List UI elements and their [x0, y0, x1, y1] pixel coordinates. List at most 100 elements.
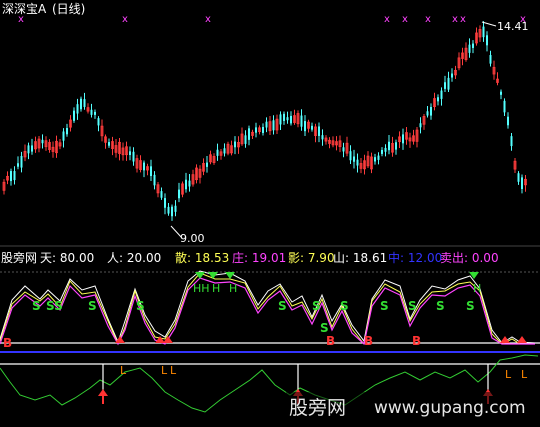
x-marker: x: [425, 14, 431, 25]
oscillator-panel[interactable]: S SS S S S S S S S S S S HH H H H B B B …: [0, 270, 540, 353]
candle-body: [290, 115, 292, 124]
candle-body: [223, 148, 226, 154]
candle-body: [353, 156, 355, 162]
candle-body: [174, 205, 177, 212]
x-marker: x: [205, 14, 211, 25]
signal-s: S: [436, 299, 445, 313]
x-marker: x: [402, 14, 408, 25]
signal-s: S: [320, 321, 329, 335]
candle-body: [451, 73, 453, 78]
x-marker: x: [452, 14, 458, 25]
candle-body: [500, 91, 502, 95]
candle-body: [472, 43, 474, 48]
candle-body: [178, 189, 180, 199]
candle-body: [402, 134, 404, 144]
candle-body: [430, 106, 432, 116]
x-marker: x: [122, 14, 128, 25]
value-tian: 天: 80.00: [40, 251, 94, 265]
value-shan: 山: 18.61: [333, 251, 387, 265]
candle-body: [10, 171, 12, 182]
indicator-name: 股旁网: [1, 250, 37, 265]
candle-body: [143, 162, 145, 171]
signal-s: S: [408, 299, 417, 313]
green-down-arrow: [195, 272, 205, 279]
candle-body: [304, 121, 306, 132]
candle-body: [153, 174, 156, 186]
candle-body: [27, 145, 30, 154]
stock-chart-canvas[interactable]: xxxxxxxxx 14.41 9.00 深深宝A (日线) 股旁网 天: 80…: [0, 0, 540, 427]
signal-ss: SS: [46, 299, 63, 313]
candle-body: [20, 155, 23, 168]
candle-body: [489, 55, 492, 64]
watermark-url: www.gupang.com: [374, 398, 526, 418]
candle-body: [381, 149, 383, 154]
watermark: 股旁网 www.gupang.com: [286, 392, 526, 422]
x-marker: x: [384, 14, 390, 25]
candle-body: [76, 104, 79, 114]
price-panel[interactable]: xxxxxxxxx 14.41 9.00: [0, 14, 540, 247]
candle-body: [374, 157, 376, 162]
x-marker: x: [460, 14, 466, 25]
signal-b: B: [412, 334, 421, 348]
watermark-cn: 股旁网: [289, 397, 346, 419]
candle-body: [262, 127, 264, 133]
high-price-label: 14.41: [497, 20, 529, 33]
candle-body: [272, 120, 275, 131]
signal-s: S: [278, 299, 287, 313]
signal-l: L: [170, 364, 177, 377]
candle-body: [419, 123, 422, 128]
signal-l: L: [505, 368, 512, 381]
signal-s: S: [136, 299, 145, 313]
low-price-label: 9.00: [180, 232, 205, 245]
x-markers: xxxxxxxxx: [18, 14, 526, 25]
candle-body: [510, 136, 513, 147]
candle-body: [300, 115, 303, 127]
candle-body: [150, 166, 152, 176]
candle-body: [234, 141, 236, 148]
candle-body: [440, 90, 443, 99]
candle-body: [73, 110, 75, 121]
candle-body: [17, 163, 19, 167]
candle-body: [97, 118, 100, 126]
candle-body: [41, 139, 44, 144]
signal-s: S: [340, 299, 349, 313]
signal-h: H: [229, 282, 237, 295]
chart-period: (日线): [52, 2, 85, 16]
stock-name: 深深宝A: [2, 2, 47, 16]
green-down-arrow: [469, 272, 479, 279]
candle-body: [388, 141, 390, 151]
candle-body: [31, 145, 33, 152]
candle-body: [66, 128, 68, 135]
spike-arrow: [98, 389, 108, 396]
indicator-value-bar: 股旁网 天: 80.00 人: 20.00 散: 18.53 庄: 19.01 …: [1, 250, 499, 265]
candle-body: [468, 44, 471, 53]
candle-body: [244, 135, 247, 144]
candle-body: [216, 149, 219, 156]
candle-body: [318, 126, 320, 136]
candle-body: [188, 180, 191, 187]
signal-s: S: [466, 299, 475, 313]
candle-body: [444, 82, 446, 89]
candle-body: [13, 171, 16, 181]
candle-body: [167, 206, 170, 214]
candle-body: [185, 179, 187, 190]
signal-l: L: [521, 368, 528, 381]
candle-body: [83, 99, 86, 107]
candle-body: [94, 111, 96, 115]
signal-b: B: [326, 334, 335, 348]
signal-h: H: [212, 282, 220, 295]
candle-body: [384, 147, 387, 152]
signal-l: L: [120, 364, 127, 377]
signal-h: H: [473, 282, 481, 295]
osc-yellow-line: [0, 272, 535, 346]
green-down-arrow: [225, 272, 235, 279]
candle-body: [395, 142, 397, 150]
candle-body: [286, 117, 289, 121]
value-zhong: 中: 12.00: [388, 250, 442, 265]
candle-body: [132, 151, 135, 162]
signal-s: S: [380, 299, 389, 313]
candle-body: [311, 125, 313, 130]
candle-body: [164, 198, 166, 208]
signal-hh: HH: [193, 282, 210, 295]
signal-s: S: [88, 299, 97, 313]
